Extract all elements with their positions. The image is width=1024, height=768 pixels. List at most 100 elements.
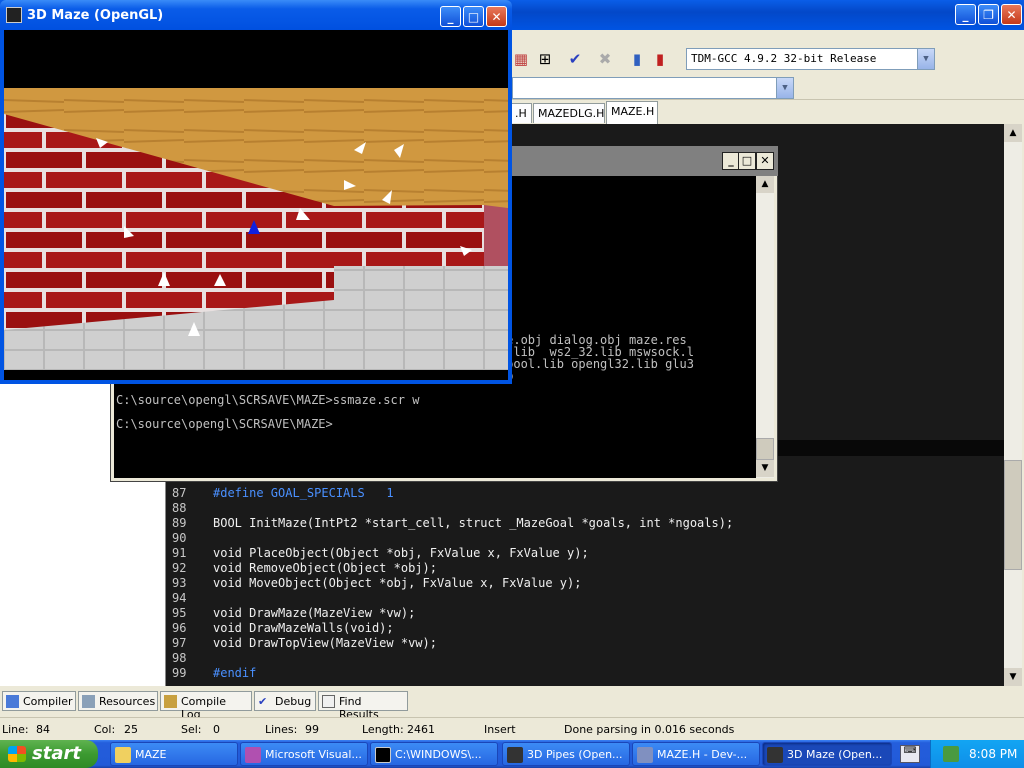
code-line[interactable]: void DrawTopView(MazeView *vw); xyxy=(213,636,437,650)
line-number: 98 xyxy=(172,651,187,665)
code-line[interactable]: BOOL InitMaze(IntPt2 *start_cell, struct… xyxy=(213,516,733,530)
console-icon xyxy=(375,747,391,763)
tab-label: MAZEDLG.H xyxy=(538,107,605,120)
line-number: 92 xyxy=(172,561,187,575)
scroll-thumb[interactable] xyxy=(1004,460,1022,570)
status-mode: Insert xyxy=(484,723,516,736)
console-line: C:\source\opengl\SCRSAVE\MAZE> xyxy=(116,417,333,431)
resources-icon xyxy=(82,695,95,708)
maze-3d-view[interactable] xyxy=(4,30,508,380)
close-icon[interactable]: ✕ xyxy=(1001,4,1022,25)
code-line[interactable]: #endif xyxy=(213,666,256,680)
folder-icon xyxy=(115,747,131,763)
system-tray: 8:08 PM xyxy=(930,740,1024,768)
maze-title-bar[interactable]: 3D Maze (OpenGL) xyxy=(0,0,512,30)
code-line[interactable]: void MoveObject(Object *obj, FxValue x, … xyxy=(213,576,581,590)
chevron-down-icon[interactable]: ▼ xyxy=(917,49,934,69)
status-col-label: Col: xyxy=(94,723,116,736)
clock[interactable]: 8:08 PM xyxy=(969,747,1017,761)
scroll-up-icon[interactable]: ▲ xyxy=(1004,124,1022,142)
task-3d-pipes[interactable]: 3D Pipes (Open... xyxy=(502,742,630,766)
restore-icon[interactable]: ❐ xyxy=(978,4,999,25)
tab-label: MAZE.H xyxy=(611,105,655,118)
tab-maze-h[interactable]: MAZE.H xyxy=(606,101,658,124)
tab-debug[interactable]: ✔ Debug xyxy=(254,691,316,711)
status-sel-label: Sel: xyxy=(181,723,202,736)
code-line[interactable]: void PlaceObject(Object *obj, FxValue x,… xyxy=(213,546,589,560)
line-number: 88 xyxy=(172,501,187,515)
maximize-icon[interactable]: □ xyxy=(738,152,756,170)
tab-mazedlg[interactable]: MAZEDLG.H xyxy=(533,103,605,123)
status-line-value: 84 xyxy=(36,723,50,736)
line-number: 96 xyxy=(172,621,187,635)
tab-label: .H xyxy=(515,107,527,120)
task-label: 3D Pipes (Open... xyxy=(527,748,623,761)
compiler-icon xyxy=(6,695,19,708)
start-label: start xyxy=(32,743,81,764)
compiler-select-value: TDM-GCC 4.9.2 32-bit Release xyxy=(691,52,877,65)
pipes-icon xyxy=(507,747,523,763)
status-lines-value: 99 xyxy=(305,723,319,736)
chart-icon[interactable]: ▮ xyxy=(628,50,646,68)
console-line: C:\source\opengl\SCRSAVE\MAZE>ssmaze.scr… xyxy=(116,393,420,407)
status-sel-value: 0 xyxy=(213,723,220,736)
maze-icon xyxy=(767,747,783,763)
maze-render xyxy=(4,30,508,370)
minimize-icon[interactable]: _ xyxy=(955,4,976,25)
tab-label: Resources xyxy=(99,695,156,708)
task-visual-studio[interactable]: Microsoft Visual... xyxy=(240,742,368,766)
brick-wall-far xyxy=(334,205,484,266)
tab-compile-log[interactable]: Compile Log xyxy=(160,691,252,721)
chevron-down-icon[interactable]: ▼ xyxy=(776,78,793,98)
code-line[interactable]: void DrawMazeWalls(void); xyxy=(213,621,394,635)
network-icon[interactable] xyxy=(943,746,959,762)
tab-label: Debug xyxy=(275,695,312,708)
maximize-icon[interactable]: □ xyxy=(463,6,484,27)
console-scrollbar[interactable]: ▲ ▼ xyxy=(756,176,774,478)
task-label: MAZE.H - Dev-... xyxy=(657,748,748,761)
start-button[interactable]: start xyxy=(0,740,98,768)
task-maze[interactable]: MAZE xyxy=(110,742,238,766)
scroll-thumb[interactable] xyxy=(756,438,774,460)
line-number: 93 xyxy=(172,576,187,590)
tab-resources[interactable]: Resources xyxy=(78,691,158,711)
compiler-select[interactable]: TDM-GCC 4.9.2 32-bit Release ▼ xyxy=(686,48,935,70)
status-line-label: Line: xyxy=(2,723,29,736)
task-3d-maze[interactable]: 3D Maze (Open... xyxy=(762,742,892,766)
scroll-down-icon[interactable]: ▼ xyxy=(756,460,774,477)
task-label: Microsoft Visual... xyxy=(265,748,362,761)
check-icon[interactable]: ✔ xyxy=(566,50,584,68)
scroll-down-icon[interactable]: ▼ xyxy=(1004,668,1022,686)
line-number: 99 xyxy=(172,666,187,680)
chart-delete-icon[interactable]: ▮ xyxy=(651,50,669,68)
close-icon[interactable]: ✕ xyxy=(486,6,507,27)
keyboard-icon[interactable]: ⌨ xyxy=(900,745,920,763)
task-label: MAZE xyxy=(135,748,167,761)
task-cmd[interactable]: C:\WINDOWS\... xyxy=(370,742,498,766)
task-label: 3D Maze (Open... xyxy=(787,748,883,761)
code-line[interactable]: void RemoveObject(Object *obj); xyxy=(213,561,437,575)
app-icon xyxy=(6,7,22,23)
grid-color-icon[interactable]: ▦ xyxy=(512,50,530,68)
log-icon xyxy=(164,695,177,708)
tab-label: Compiler xyxy=(23,695,73,708)
tab-h[interactable]: .H xyxy=(510,103,532,123)
line-number: 91 xyxy=(172,546,187,560)
minimize-icon[interactable]: _ xyxy=(440,6,461,27)
grid-icon[interactable]: ⊞ xyxy=(536,50,554,68)
function-select[interactable]: ▼ xyxy=(512,77,794,99)
devcpp-icon xyxy=(637,747,653,763)
windows-logo-icon xyxy=(8,746,26,762)
code-line[interactable]: #define GOAL_SPECIALS 1 xyxy=(213,486,394,500)
visual-studio-icon xyxy=(245,747,261,763)
scroll-up-icon[interactable]: ▲ xyxy=(756,176,774,193)
code-line[interactable]: void DrawMaze(MazeView *vw); xyxy=(213,606,415,620)
tab-compiler[interactable]: Compiler xyxy=(2,691,76,711)
status-length-value: 2461 xyxy=(407,723,435,736)
close-icon[interactable]: ✕ xyxy=(756,152,774,170)
tab-find-results[interactable]: Find Results xyxy=(318,691,408,721)
task-devcpp[interactable]: MAZE.H - Dev-... xyxy=(632,742,760,766)
status-message: Done parsing in 0.016 seconds xyxy=(564,723,735,736)
editor-scrollbar[interactable] xyxy=(1004,124,1022,686)
cross-icon[interactable]: ✖ xyxy=(596,50,614,68)
